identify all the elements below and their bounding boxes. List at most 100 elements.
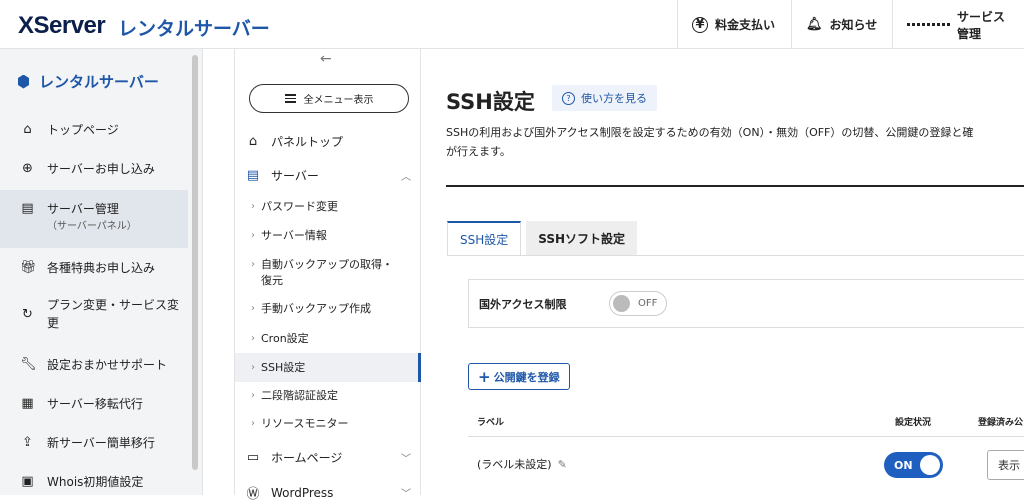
xserver-logo[interactable]: XServer xyxy=(18,12,106,40)
sidebar-item-label: Whois初期値設定 xyxy=(47,475,144,489)
server-section-icon: ▤ xyxy=(246,168,260,183)
wordpress-section-toggle[interactable]: Ⓦ WordPress ﹀ xyxy=(235,483,421,502)
doc-icon: ▣ xyxy=(21,474,34,489)
wordpress-icon: Ⓦ xyxy=(246,487,260,502)
chevron-down-icon: ﹀ xyxy=(401,454,411,465)
homepage-section-label: ホームページ xyxy=(271,451,343,465)
left-sidebar: レンタルサーバー ⌂ トップページ ⊕ サーバーお申し込み ▤ サーバー管理 （… xyxy=(0,49,203,495)
sidebar-item-whois[interactable]: ▣ Whois初期値設定 xyxy=(0,473,188,491)
submenu-server-info[interactable]: › サーバー情報 xyxy=(235,228,421,244)
pencil-icon[interactable]: ✎ xyxy=(558,458,567,471)
submenu-2fa[interactable]: › 二段階認証設定 xyxy=(235,388,421,404)
wordpress-section-label: WordPress xyxy=(271,485,334,500)
scrollbar-thumb[interactable] xyxy=(192,55,198,470)
sidebar-item-label: サーバーお申し込み xyxy=(47,162,155,176)
chevron-right-icon: › xyxy=(251,333,255,344)
how-to-label: 使い方を見る xyxy=(581,92,647,105)
news-nav-label: お知らせ xyxy=(829,18,878,32)
window-icon: ▭ xyxy=(246,450,260,465)
tab-bar: SSH設定 SSHソフト設定 xyxy=(447,221,638,256)
tab-ssh-software[interactable]: SSHソフト設定 xyxy=(526,221,638,256)
key-status-toggle[interactable]: ON xyxy=(884,452,943,478)
gift-icon: 🎁︎ xyxy=(20,260,37,275)
sidebar-item-label: 設定おまかせサポート xyxy=(47,358,168,372)
submenu-label: SSH設定 xyxy=(261,360,306,374)
submenu-manual-backup[interactable]: › 手動バックアップ作成 xyxy=(235,301,421,317)
question-icon: ? xyxy=(562,91,575,105)
logo-subtitle[interactable]: レンタルサーバー xyxy=(118,14,270,41)
sidebar-item-transfer[interactable]: ▦ サーバー移転代行 xyxy=(0,395,188,413)
description-line-2: が行えます。 xyxy=(446,145,511,158)
sidebar-item-top-page[interactable]: ⌂ トップページ xyxy=(0,121,188,139)
server-icon: ▤ xyxy=(21,201,34,216)
table-row-label: (ラベル未設定) ✎ xyxy=(477,456,567,472)
wrench-icon: 🔧︎ xyxy=(20,357,37,372)
sidebar-item-plan-change[interactable]: ↻ プラン変更・サービス変更 xyxy=(0,296,188,332)
sidebar-item-perks[interactable]: 🎁︎ 各種特典お申し込み xyxy=(0,259,188,277)
sidebar-item-setup-support[interactable]: 🔧︎ 設定おまかせサポート xyxy=(0,356,188,374)
foreign-access-card: 国外アクセス制限 OFF xyxy=(468,279,1024,328)
sidebar-item-server-order[interactable]: ⊕ サーバーお申し込み xyxy=(0,160,188,178)
home-icon: ⌂ xyxy=(23,122,32,137)
submenu-label: パスワード変更 xyxy=(261,200,338,213)
sidebar-item-sublabel: （サーバーパネル） xyxy=(47,221,137,232)
toggle-knob xyxy=(613,295,630,312)
foreign-access-toggle[interactable]: OFF xyxy=(609,291,667,316)
submenu-ssh[interactable]: › SSH設定 xyxy=(235,353,421,382)
sidebar-item-label: プラン変更・サービス変更 xyxy=(47,298,180,330)
bell-icon: 🔔︎ xyxy=(806,17,823,32)
server-section-toggle[interactable]: ▤ サーバー ︿ xyxy=(235,167,421,184)
foreign-access-label: 国外アクセス制限 xyxy=(479,297,567,311)
add-public-key-button[interactable]: + 公開鍵を登録 xyxy=(468,363,570,390)
panel-top-label: パネルトップ xyxy=(271,135,344,149)
chevron-right-icon: › xyxy=(251,390,255,401)
page-title: SSH設定 xyxy=(446,90,535,114)
toggle-state: ON xyxy=(894,458,913,472)
submenu-label: リソースモニター xyxy=(261,417,349,430)
grid-icon xyxy=(907,23,950,26)
sidebar-item-server-management[interactable]: ▤ サーバー管理 （サーバーパネル） xyxy=(0,190,188,248)
services-nav-label: サービス管理 xyxy=(957,9,1006,41)
top-header: XServer レンタルサーバー ¥ 料金支払い 🔔︎ お知らせ サービス管理 xyxy=(0,0,1024,49)
migrate-icon: ⇪ xyxy=(22,435,33,450)
services-nav-button[interactable]: サービス管理 xyxy=(892,0,1024,49)
chevron-right-icon: › xyxy=(251,303,255,314)
table-header-divider xyxy=(468,436,1024,437)
column-header-status: 設定状況 xyxy=(895,418,932,428)
page-description: SSHの利用および国外アクセス制限を設定するための有効（ON）・無効（OFF）の… xyxy=(446,123,1024,161)
sidebar-item-migration[interactable]: ⇪ 新サーバー簡単移行 xyxy=(0,434,188,452)
submenu-label: 二段階認証設定 xyxy=(261,389,338,402)
submenu-password-change[interactable]: › パスワード変更 xyxy=(235,199,421,215)
sidebar-title[interactable]: レンタルサーバー xyxy=(18,71,159,92)
submenu-auto-backup[interactable]: › 自動バックアップの取得・復元 xyxy=(235,257,421,289)
tab-ssh-settings[interactable]: SSH設定 xyxy=(447,221,522,256)
show-key-button[interactable]: 表示 xyxy=(987,450,1024,480)
how-to-button[interactable]: ? 使い方を見る xyxy=(552,85,657,111)
payment-nav-button[interactable]: ¥ 料金支払い xyxy=(677,0,791,49)
all-menu-button[interactable]: 全メニュー表示 xyxy=(249,84,409,113)
main-content: SSH設定 ? 使い方を見る SSHの利用および国外アクセス制限を設定するための… xyxy=(421,49,1024,495)
hamburger-icon xyxy=(284,94,296,103)
server-section-label: サーバー xyxy=(271,169,319,183)
homepage-section-toggle[interactable]: ▭ ホームページ ﹀ xyxy=(235,449,421,466)
sidebar-scrollbar[interactable] xyxy=(191,49,199,495)
sidebar-item-label: サーバー移転代行 xyxy=(47,397,143,411)
column-header-label: ラベル xyxy=(477,418,505,428)
plus-icon: + xyxy=(478,367,491,386)
chevron-right-icon: › xyxy=(251,201,255,212)
back-arrow-icon[interactable]: ← xyxy=(320,51,332,67)
all-menu-label: 全メニュー表示 xyxy=(303,95,374,106)
submenu-cron[interactable]: › Cron設定 xyxy=(235,331,421,347)
submenu-resource-monitor[interactable]: › リソースモニター xyxy=(235,416,421,432)
tab-underline xyxy=(447,255,1024,256)
key-label-text: (ラベル未設定) xyxy=(477,458,552,471)
chevron-right-icon: › xyxy=(251,418,255,429)
toggle-state: OFF xyxy=(638,298,658,309)
submenu-label: Cron設定 xyxy=(261,332,309,345)
news-nav-button[interactable]: 🔔︎ お知らせ xyxy=(791,0,892,49)
panel-top-link[interactable]: ⌂ パネルトップ xyxy=(235,133,421,150)
transfer-icon: ▦ xyxy=(21,396,34,411)
column-header-registered: 登録済み公 xyxy=(978,418,1024,428)
chevron-up-icon: ︿ xyxy=(401,172,411,183)
sidebar-item-label: 新サーバー簡単移行 xyxy=(47,436,155,450)
